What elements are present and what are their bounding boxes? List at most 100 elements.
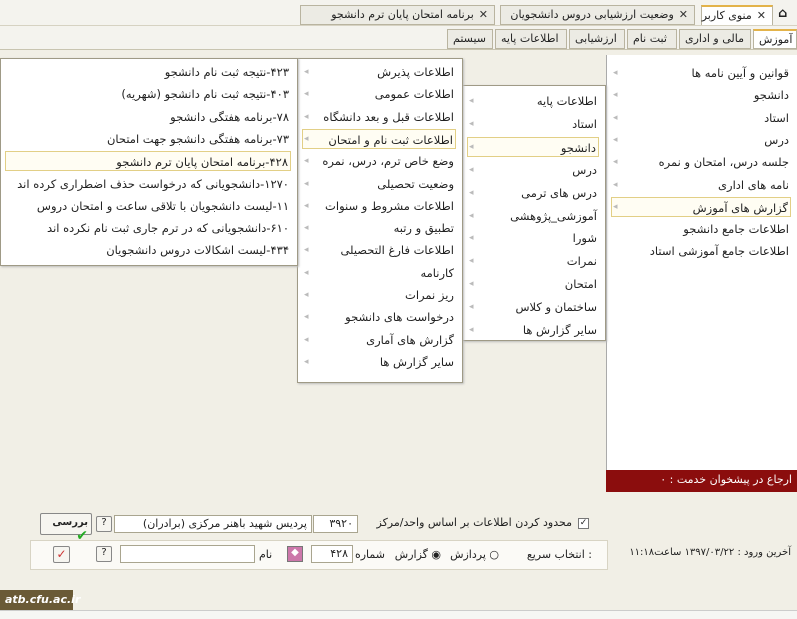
submenu-arrow-icon: ◂ <box>304 267 309 278</box>
submenu-arrow-icon: ◂ <box>613 112 618 123</box>
menu-item[interactable]: سایر گزارش ها <box>380 352 456 372</box>
menu-item[interactable]: درخواست های دانشجو <box>345 307 456 327</box>
limit-label: محدود کردن اطلاعات بر اساس واحد/مرکز <box>376 516 573 529</box>
menu-item[interactable]: گزارش های آموزش <box>611 196 791 217</box>
menu-item[interactable]: شورا <box>573 228 599 248</box>
center-code-input[interactable]: ۳۹۲۰ <box>313 515 358 533</box>
menu-item[interactable]: نامه های اداری <box>718 175 791 195</box>
submenu-arrow-icon: ◂ <box>469 141 474 152</box>
name-label: نام <box>259 548 273 561</box>
menu-item[interactable]: تطبیق و رتبه <box>394 218 456 238</box>
menu-item[interactable]: اطلاعات ثبت نام و امتحان <box>302 128 456 149</box>
reports-submenu: اطلاعات پایه ◂ استاد ◂ دانشجو ◂ درس ◂ درس های تر… <box>462 85 606 341</box>
quick-select-row: انتخاب سریع : ○ پردازش ◉ گزارش شماره ۴۲۸… <box>30 540 608 570</box>
menu-item[interactable]: ۴۰۳-نتیجه ثبت نام دانشجو (شهریه) <box>121 84 291 104</box>
menu-item[interactable]: اطلاعات فارغ التحصیلی <box>340 240 456 260</box>
submenu-arrow-icon: ◂ <box>304 156 309 167</box>
submenu-arrow-icon: ◂ <box>304 312 309 323</box>
submenu-arrow-icon: ◂ <box>304 89 309 100</box>
menu-item[interactable]: درس <box>764 130 791 150</box>
menu-tab-base-info[interactable]: اطلاعات پایه <box>495 29 567 49</box>
check-button[interactable]: بررسی ✔ <box>40 513 92 544</box>
menu-item[interactable]: اطلاعات جامع آموزشی استاد <box>650 241 791 261</box>
tab-label: برنامه امتحان پایان ترم دانشجو <box>331 8 474 21</box>
menu-item[interactable]: ۴۲۳-نتیجه ثبت نام دانشجو <box>165 62 291 82</box>
service-referral-bar[interactable]: ارجاع در پیشخوان خدمت : ۰ <box>606 470 797 492</box>
menu-tab-evaluation[interactable]: ارزشیابی <box>569 29 625 49</box>
radio-processing[interactable]: ○ پردازش <box>450 548 499 561</box>
menu-item[interactable]: دانشجو <box>467 136 599 157</box>
menu-item[interactable]: دانشجو <box>754 85 791 105</box>
check-label: بررسی <box>52 517 88 528</box>
menu-item[interactable]: ۴۲۸-برنامه امتحان پایان ترم دانشجو <box>5 151 291 172</box>
menu-item[interactable]: اطلاعات پذیرش <box>377 62 456 82</box>
menu-item[interactable]: درس <box>572 160 599 180</box>
tab-label: وضعیت ارزشیابی دروس دانشجویان <box>510 8 674 21</box>
menu-item[interactable]: استاد <box>572 114 599 134</box>
confirm-icon[interactable]: ✓ <box>53 546 70 563</box>
menu-item[interactable]: کارنامه <box>420 263 456 283</box>
menu-item[interactable]: امتحان <box>565 274 599 294</box>
menu-item[interactable]: نمرات <box>567 251 599 271</box>
submenu-arrow-icon: ◂ <box>469 210 474 221</box>
student-submenu: اطلاعات پذیرش ◂ اطلاعات عمومی ◂ اطلاعات قبل … <box>297 58 463 383</box>
menu-item[interactable]: گزارش های آماری <box>366 330 456 350</box>
report-name-input[interactable] <box>120 545 255 563</box>
menu-item[interactable]: اطلاعات عمومی <box>375 84 456 104</box>
menu-item[interactable]: وضع خاص ترم، درس، نمره <box>322 151 456 171</box>
menu-item[interactable]: ساختمان و کلاس <box>515 297 599 317</box>
menu-item[interactable]: آموزشی_پژوهشی <box>510 206 599 226</box>
center-name-input[interactable]: پردیس شهید باهنر مرکزی (برادران) <box>114 515 312 533</box>
submenu-arrow-icon: ◂ <box>304 200 309 211</box>
submenu-arrow-icon: ◂ <box>613 179 618 190</box>
menu-item[interactable]: اطلاعات جامع دانشجو <box>683 219 791 239</box>
help-button[interactable]: ? <box>96 516 112 532</box>
submenu-arrow-icon: ◂ <box>304 111 309 122</box>
menu-item[interactable]: ۱۱-لیست دانشجویان با تلاقی ساعت و امتحان… <box>37 196 291 216</box>
menu-tab-finance[interactable]: مالی و اداری <box>679 29 751 49</box>
close-icon[interactable]: ✕ <box>479 8 488 21</box>
submenu-arrow-icon: ◂ <box>613 201 618 212</box>
menu-item[interactable]: وضعیت تحصیلی <box>377 174 456 194</box>
menu-item[interactable]: اطلاعات قبل و بعد دانشگاه <box>323 107 456 127</box>
menu-item[interactable]: ۱۲۷۰-دانشجویانی که درخواست حذف اضطراری ک… <box>17 174 291 194</box>
search-report-icon[interactable]: ◆ <box>287 546 303 562</box>
tab-user-menu[interactable]: ✕ منوی کاربر <box>701 5 773 25</box>
radio-report[interactable]: ◉ گزارش <box>395 548 441 561</box>
menu-item[interactable]: جلسه درس، امتحان و نمره <box>659 152 791 172</box>
number-label: شماره <box>354 548 385 561</box>
close-icon[interactable]: ✕ <box>757 9 766 22</box>
tab-evaluation-status[interactable]: ✕ وضعیت ارزشیابی دروس دانشجویان <box>500 5 695 25</box>
submenu-arrow-icon: ◂ <box>469 302 474 313</box>
menu-item[interactable]: ۷۳-برنامه هفتگی دانشجو جهت امتحان <box>107 129 291 149</box>
submenu-arrow-icon: ◂ <box>469 279 474 290</box>
menu-item[interactable]: قوانین و آیین نامه ها <box>692 63 791 83</box>
submenu-arrow-icon: ◂ <box>469 187 474 198</box>
site-logo: atb.cfu.ac.ir <box>0 590 80 610</box>
menu-item[interactable]: ۴۳۴-لیست اشکالات دروس دانشجویان <box>106 240 291 260</box>
menu-item[interactable]: استاد <box>764 108 791 128</box>
submenu-arrow-icon: ◂ <box>469 325 474 335</box>
tab-exam-schedule[interactable]: ✕ برنامه امتحان پایان ترم دانشجو <box>300 5 495 25</box>
limit-checkbox[interactable]: ✓ <box>578 518 589 529</box>
menu-item[interactable]: ۷۸-برنامه هفتگی دانشجو <box>170 107 291 127</box>
menu-item[interactable]: ریز نمرات <box>405 285 456 305</box>
close-icon[interactable]: ✕ <box>679 8 688 21</box>
registration-exam-submenu: ۴۲۳-نتیجه ثبت نام دانشجو ۴۰۳-نتیجه ثبت نا… <box>0 58 298 266</box>
collapse-icon[interactable]: ⌂ <box>778 6 787 21</box>
menu-item[interactable]: ۶۱۰-دانشجویانی که در ترم جاری ثبت نام نک… <box>47 218 291 238</box>
menu-item[interactable]: سایر گزارش ها <box>523 320 599 340</box>
help-button[interactable]: ? <box>96 546 112 562</box>
submenu-arrow-icon: ◂ <box>469 233 474 244</box>
menu-item[interactable]: درس های ترمی <box>521 183 599 203</box>
menu-tab-registration[interactable]: ثبت نام <box>627 29 677 49</box>
report-number-input[interactable]: ۴۲۸ <box>311 545 353 563</box>
menu-item[interactable]: اطلاعات مشروط و سنوات <box>325 196 456 216</box>
menu-tab-education[interactable]: آموزش <box>753 29 797 49</box>
menu-tab-system[interactable]: سیستم <box>447 29 493 49</box>
submenu-arrow-icon: ◂ <box>304 67 309 77</box>
submenu-arrow-icon: ◂ <box>613 134 618 145</box>
status-bar <box>0 610 797 619</box>
submenu-arrow-icon: ◂ <box>613 90 618 101</box>
menu-item[interactable]: اطلاعات پایه <box>537 91 599 111</box>
